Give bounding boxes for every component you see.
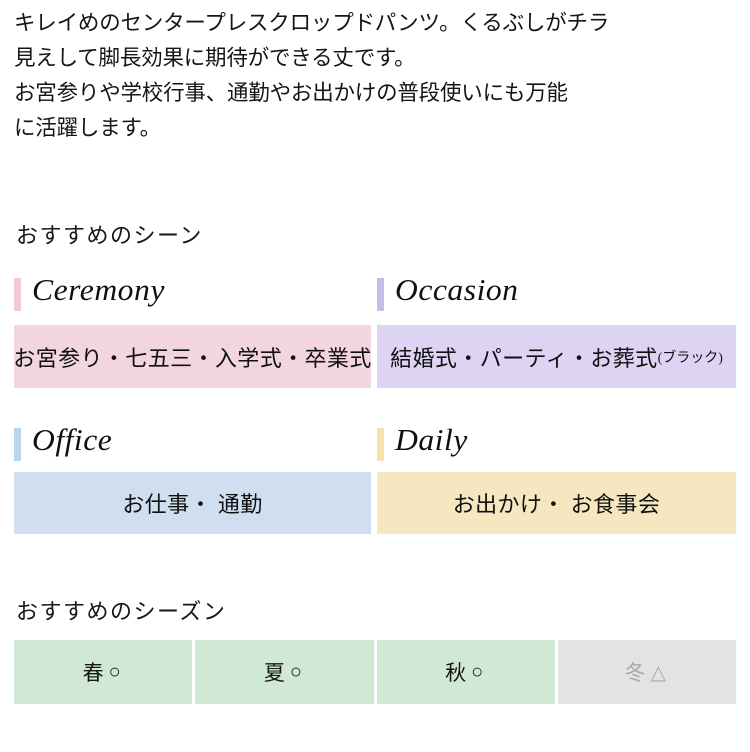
season-cell-winter: 冬 △ xyxy=(557,640,736,704)
season-mark-summer: ○ xyxy=(289,660,305,683)
season-cell-autumn: 秋 ○ xyxy=(376,640,555,704)
scene-text-daily: お出かけ・ お食事会 xyxy=(452,492,661,517)
scene-box-ceremony: お宮参り・七五三・入学式・卒業式 xyxy=(13,325,372,388)
scene-text-ceremony: お宮参り・七五三・入学式・卒業式 xyxy=(13,345,372,371)
scene-box-occasion: 結婚式・パーティ・お葬式 (ブラック) xyxy=(377,325,736,388)
description-line-2: 見えして脚長効果に期待ができる丈です。 xyxy=(14,46,416,70)
scene-text-occasion: 結婚式・パーティ・お葬式 xyxy=(390,345,658,371)
season-cell-spring: 春 ○ xyxy=(14,640,193,704)
season-cell-summer: 夏 ○ xyxy=(195,640,374,704)
season-mark-winter: △ xyxy=(650,661,670,684)
scene-box-daily: お出かけ・ お食事会 xyxy=(377,472,736,534)
scene-script-daily: Daily xyxy=(395,422,468,457)
scene-script-occasion: Occasion xyxy=(395,272,519,307)
season-name-spring: 春 xyxy=(82,661,107,685)
accent-bar-office xyxy=(14,428,21,461)
accent-bar-daily xyxy=(377,428,384,461)
scene-text-office: お仕事・ 通勤 xyxy=(122,492,263,517)
accent-bar-ceremony xyxy=(14,278,21,311)
recommended-scene-heading: おすすめのシーン xyxy=(16,223,203,248)
recommended-season-heading: おすすめのシーズン xyxy=(16,599,227,624)
season-name-autumn: 秋 xyxy=(445,661,470,685)
scene-script-office: Office xyxy=(32,422,113,457)
season-mark-autumn: ○ xyxy=(471,660,487,683)
season-name-summer: 夏 xyxy=(263,661,288,685)
scene-subtext-occasion: (ブラック) xyxy=(657,350,723,366)
scene-script-ceremony: Ceremony xyxy=(32,272,165,307)
season-mark-spring: ○ xyxy=(108,660,124,683)
product-description: キレイめのセンタープレスクロップドパンツ。くるぶしがチラ 見えして脚長効果に期待… xyxy=(14,6,736,146)
description-line-3: お宮参りや学校行事、通勤やお出かけの普段使いにも万能 xyxy=(14,81,568,105)
accent-bar-occasion xyxy=(377,278,384,311)
scene-box-office: お仕事・ 通勤 xyxy=(14,472,371,534)
season-availability-strip: 春 ○ 夏 ○ 秋 ○ 冬 △ xyxy=(14,640,736,704)
description-line-1: キレイめのセンタープレスクロップドパンツ。くるぶしがチラ xyxy=(14,11,610,35)
description-line-4: に活躍します。 xyxy=(14,116,161,140)
season-name-winter: 冬 xyxy=(624,661,649,685)
